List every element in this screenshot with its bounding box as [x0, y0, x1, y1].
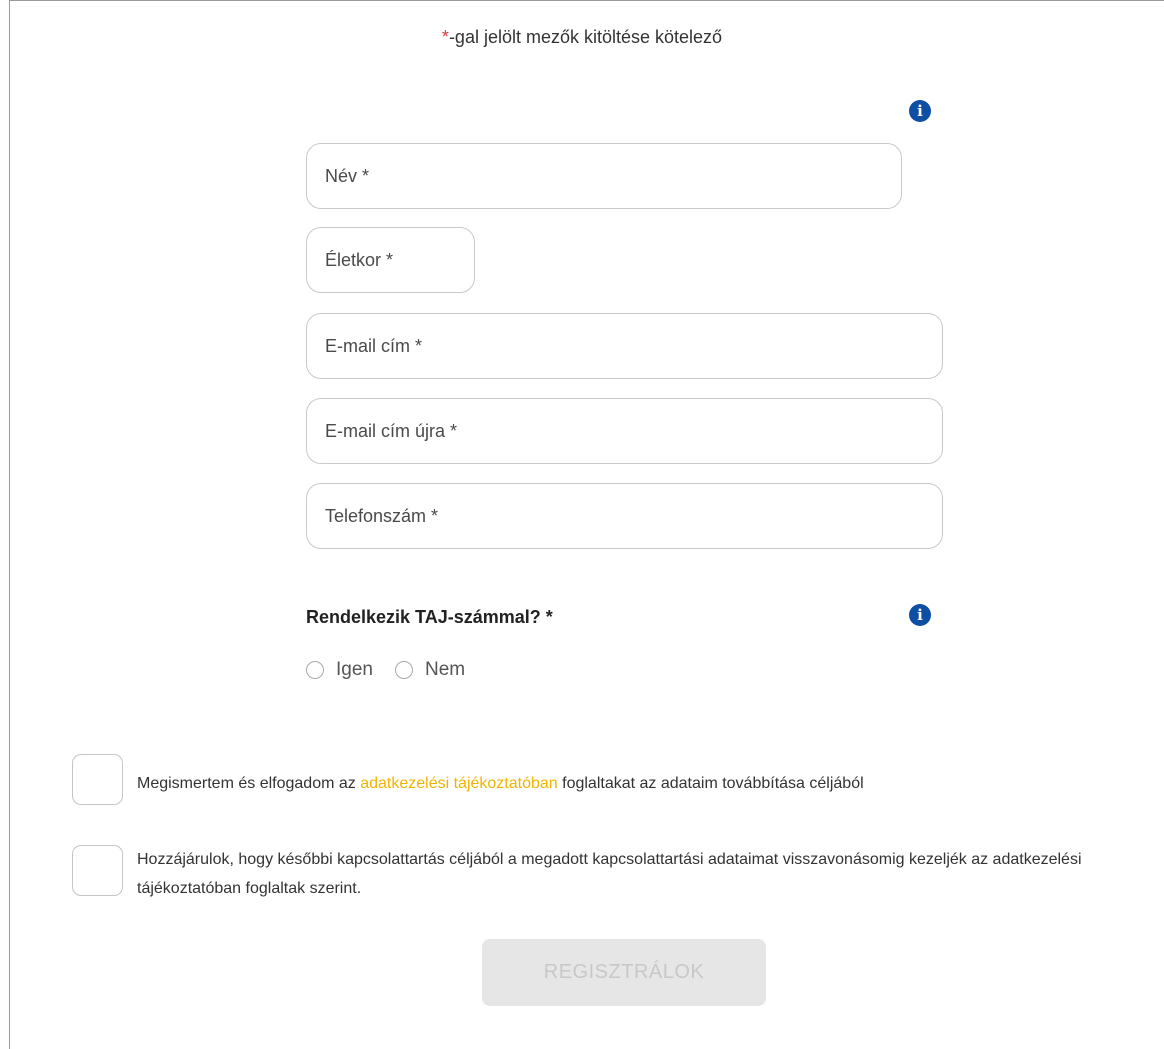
required-star: *	[441, 27, 449, 47]
age-field[interactable]	[306, 227, 475, 293]
taj-question-label: Rendelkezik TAJ-számmal? *	[306, 607, 553, 627]
taj-radio-group: Igen Nem	[306, 659, 487, 681]
privacy-consent-text: Megismertem és elfogadom az adatkezelési…	[137, 769, 1127, 798]
privacy-consent-checkbox[interactable]	[72, 754, 123, 805]
taj-info-icon[interactable]: i	[909, 604, 931, 626]
required-fields-note: *-gal jelölt mezők kitöltése kötelező	[0, 27, 1164, 48]
required-note-text: -gal jelölt mezők kitöltése kötelező	[448, 27, 723, 47]
taj-radio-no-label: Nem	[424, 659, 466, 680]
email-field[interactable]	[306, 313, 943, 379]
taj-radio-yes-label: Igen	[336, 659, 373, 680]
contact-consent-text: Hozzájárulok, hogy későbbi kapcsolattart…	[137, 851, 1082, 897]
privacy-consent-text-before: Megismertem és elfogadom az	[137, 775, 361, 792]
radio-circle-icon[interactable]	[394, 661, 413, 679]
taj-radio-yes[interactable]: Igen	[306, 659, 373, 681]
radio-circle-icon[interactable]	[306, 661, 324, 679]
privacy-consent-text-after: foglaltakat az adataim továbbítása céljá…	[557, 775, 864, 792]
register-button[interactable]: REGISZTRÁLOK	[482, 939, 766, 1006]
phone-field[interactable]	[306, 483, 943, 549]
taj-radio-no[interactable]: Nem	[394, 659, 466, 681]
info-icon[interactable]: i	[909, 100, 931, 122]
privacy-policy-link[interactable]: adatkezelési tájékoztatóban	[360, 775, 557, 792]
contact-consent-checkbox[interactable]	[72, 845, 123, 896]
email-repeat-field[interactable]	[306, 398, 943, 464]
name-field[interactable]	[306, 143, 902, 209]
